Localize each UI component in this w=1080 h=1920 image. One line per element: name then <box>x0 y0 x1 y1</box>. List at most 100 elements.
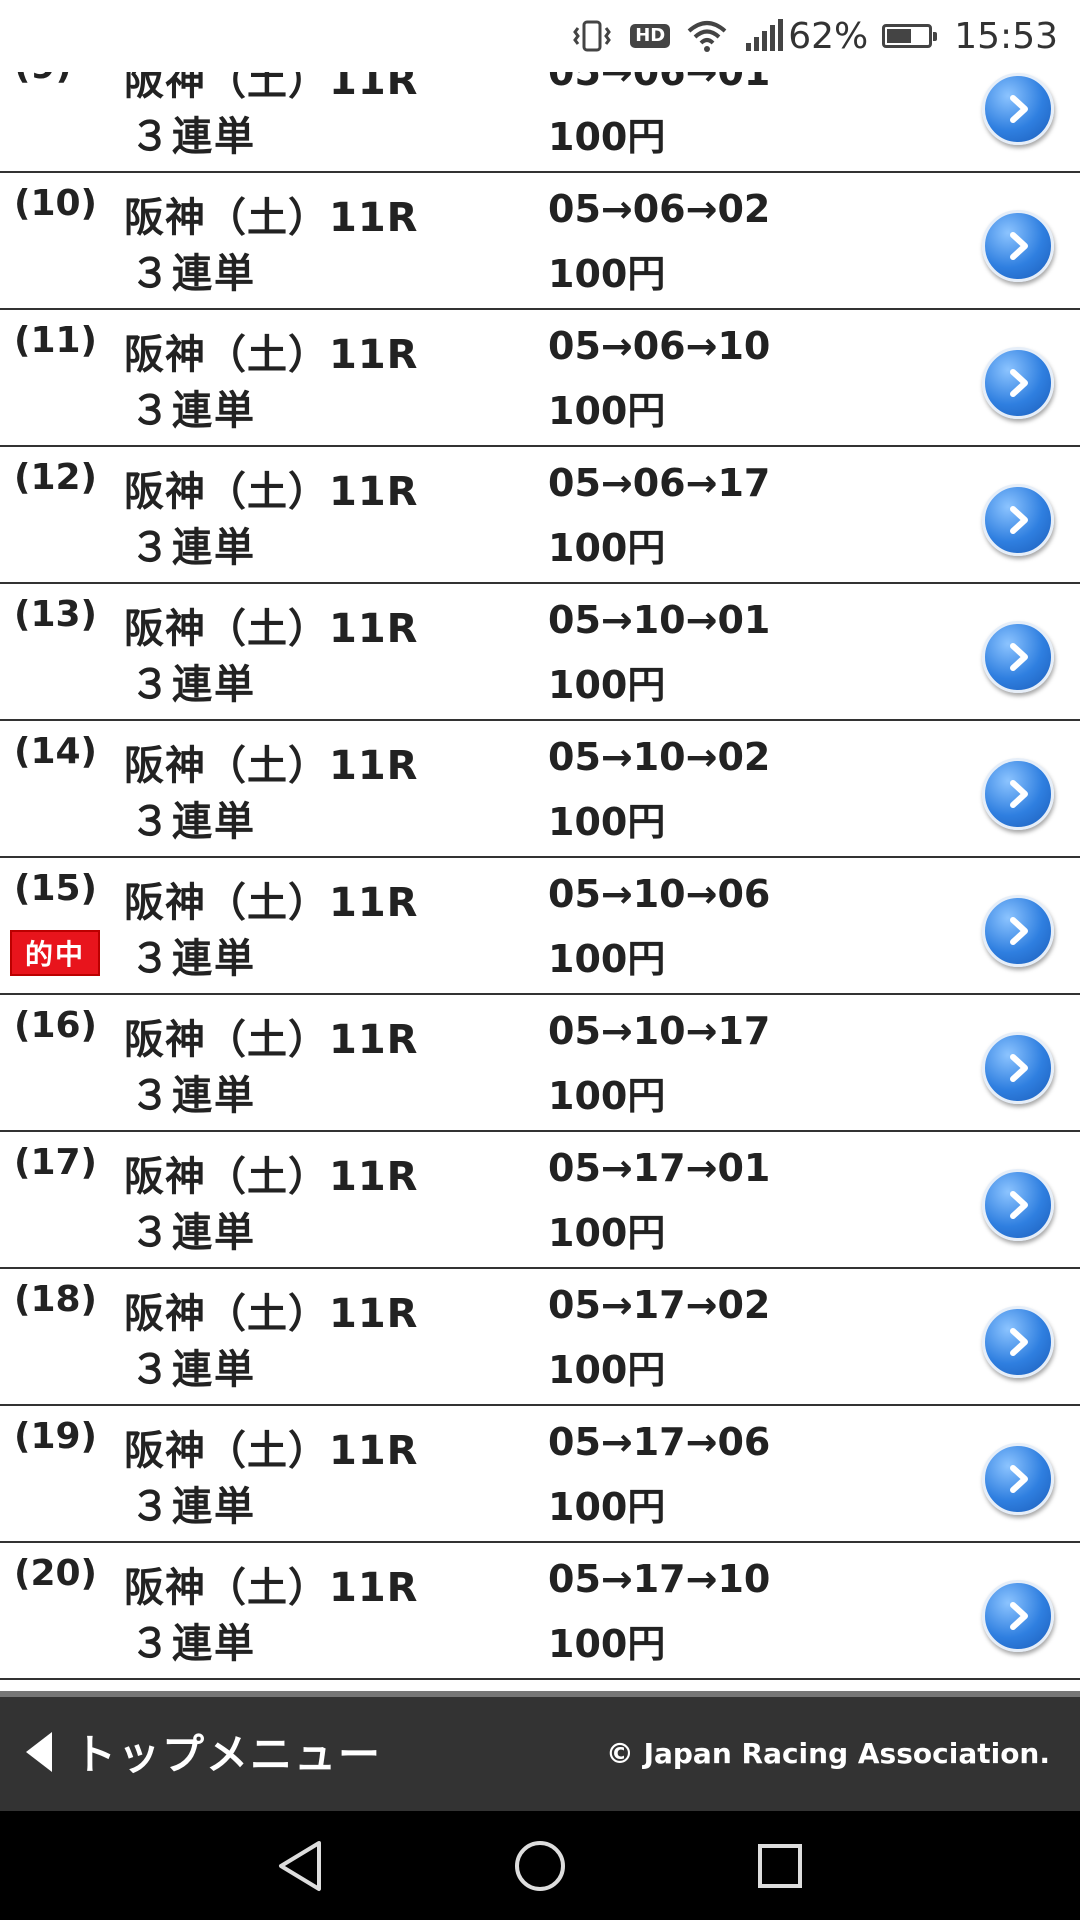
race-name: 阪神（土）11R <box>124 1291 419 1337</box>
bet-number: (14) <box>14 731 98 772</box>
nav-back-icon[interactable] <box>270 1836 330 1896</box>
detail-button[interactable] <box>982 1306 1054 1378</box>
bet-type: ３連単 <box>130 662 256 708</box>
race-name: 阪神（土）11R <box>124 1428 419 1474</box>
detail-button[interactable] <box>982 347 1054 419</box>
battery-fill <box>887 29 911 43</box>
bet-combination: 05→06→10 <box>548 324 771 368</box>
signal-icon <box>744 19 784 53</box>
bet-number: (16) <box>14 1005 98 1046</box>
bet-amount: 100円 <box>548 252 666 296</box>
bet-number: (12) <box>14 457 98 498</box>
battery-icon <box>882 24 938 48</box>
bet-type: ３連単 <box>130 1210 256 1256</box>
detail-button[interactable] <box>982 895 1054 967</box>
race-name: 阪神（土）11R <box>124 743 419 789</box>
top-menu-link[interactable]: トップメニュー <box>26 1721 382 1782</box>
bet-number: (19) <box>14 1416 98 1457</box>
nav-recents-icon[interactable] <box>750 1836 810 1896</box>
page: HD 62% 15:53 (9)阪神（土）11R３連単05→06→0110 <box>0 0 1080 1920</box>
chevron-right-circle-icon <box>1010 643 1028 671</box>
chevron-right-circle-icon <box>1010 1465 1028 1493</box>
bet-row: (10) 阪神（土）11R ３連単 05→06→02 100円 <box>0 173 1080 310</box>
chevron-right-circle-icon <box>1010 1602 1028 1630</box>
chevron-right-circle-icon <box>1010 780 1028 808</box>
bet-combination: 05→06→17 <box>548 461 771 505</box>
detail-button[interactable] <box>982 621 1054 693</box>
bet-combination: 05→06→02 <box>548 187 771 231</box>
detail-button[interactable] <box>982 1443 1054 1515</box>
bet-number: (15) <box>14 868 98 909</box>
bet-type: ３連単 <box>130 525 256 571</box>
chevron-right-circle-icon <box>1010 1054 1028 1082</box>
bet-number: (20) <box>14 1553 98 1594</box>
detail-button[interactable] <box>982 484 1054 556</box>
detail-button[interactable] <box>982 1580 1054 1652</box>
bet-number: (17) <box>14 1142 98 1183</box>
triangle-left-icon <box>26 1731 52 1772</box>
detail-button[interactable] <box>982 1169 1054 1241</box>
race-name: 阪神（土）11R <box>124 469 419 515</box>
nav-home-icon[interactable] <box>510 1836 570 1896</box>
race-name: 阪神（土）11R <box>124 880 419 926</box>
bet-number: (18) <box>14 1279 98 1320</box>
top-menu-label: トップメニュー <box>74 1730 383 1779</box>
chevron-right-circle-icon <box>1010 1191 1028 1219</box>
bet-number: (11) <box>14 320 98 361</box>
bet-row: (19) 阪神（土）11R ３連単 05→17→06 100円 <box>0 1406 1080 1543</box>
bet-number: (10) <box>14 183 98 224</box>
bet-row: (16) 阪神（土）11R ３連単 05→10→17 100円 <box>0 995 1080 1132</box>
bet-row: (20) 阪神（土）11R ３連単 05→17→10 100円 <box>0 1543 1080 1680</box>
race-name: 阪神（土）11R <box>124 1154 419 1200</box>
race-name: 阪神（土）11R <box>124 1565 419 1611</box>
hit-badge: 的中 <box>10 930 100 976</box>
bet-row: (17) 阪神（土）11R ３連単 05→17→01 100円 <box>0 1132 1080 1269</box>
bet-amount: 100円 <box>548 1348 666 1392</box>
bet-amount: 100円 <box>548 1622 666 1666</box>
detail-button[interactable] <box>982 73 1054 145</box>
race-name: 阪神（土）11R <box>124 195 419 241</box>
chevron-right-circle-icon <box>1010 506 1028 534</box>
chevron-right-circle-icon <box>1010 917 1028 945</box>
bet-type: ３連単 <box>130 1347 256 1393</box>
bet-row: (11) 阪神（土）11R ３連単 05→06→10 100円 <box>0 310 1080 447</box>
bet-number: (13) <box>14 594 98 635</box>
chevron-right-circle-icon <box>1010 369 1028 397</box>
chevron-right-circle-icon <box>1010 95 1028 123</box>
bet-row: (15) 阪神（土）11R ３連単 05→10→06 100円 的中 <box>0 858 1080 995</box>
bet-combination: 05→17→01 <box>548 1146 771 1190</box>
bet-amount: 100円 <box>548 937 666 981</box>
detail-button[interactable] <box>982 210 1054 282</box>
race-name: 阪神（土）11R <box>124 606 419 652</box>
status-bar: HD 62% 15:53 <box>0 0 1080 72</box>
bet-type: ３連単 <box>130 799 256 845</box>
bet-combination: 05→10→17 <box>548 1009 771 1053</box>
copyright: © Japan Racing Association. <box>605 1737 1050 1770</box>
bet-combination: 05→10→02 <box>548 735 771 779</box>
wifi-icon <box>686 19 728 53</box>
bet-combination: 05→10→06 <box>548 872 771 916</box>
bet-combination: 05→17→06 <box>548 1420 771 1464</box>
bet-type: ３連単 <box>130 251 256 297</box>
bet-amount: 100円 <box>548 389 666 433</box>
bet-row: (14) 阪神（土）11R ３連単 05→10→02 100円 <box>0 721 1080 858</box>
race-name: 阪神（土）11R <box>124 332 419 378</box>
bet-type: ３連単 <box>130 1484 256 1530</box>
detail-button[interactable] <box>982 1032 1054 1104</box>
bet-amount: 100円 <box>548 526 666 570</box>
bet-type: ３連単 <box>130 388 256 434</box>
detail-button[interactable] <box>982 758 1054 830</box>
bet-type: ３連単 <box>130 936 256 982</box>
footer: トップメニュー © Japan Racing Association. <box>0 1691 1080 1811</box>
bet-combination: 05→10→01 <box>548 598 771 642</box>
chevron-right-circle-icon <box>1010 1328 1028 1356</box>
hd-badge: HD <box>630 24 671 48</box>
bet-combination: 05→17→02 <box>548 1283 771 1327</box>
bet-amount: 100円 <box>548 1211 666 1255</box>
vibrate-icon <box>570 18 614 54</box>
bet-combination: 05→17→10 <box>548 1557 771 1601</box>
bet-amount: 100円 <box>548 1074 666 1118</box>
system-nav-bar <box>0 1811 1080 1920</box>
bet-amount: 100円 <box>548 800 666 844</box>
chevron-right-circle-icon <box>1010 232 1028 260</box>
